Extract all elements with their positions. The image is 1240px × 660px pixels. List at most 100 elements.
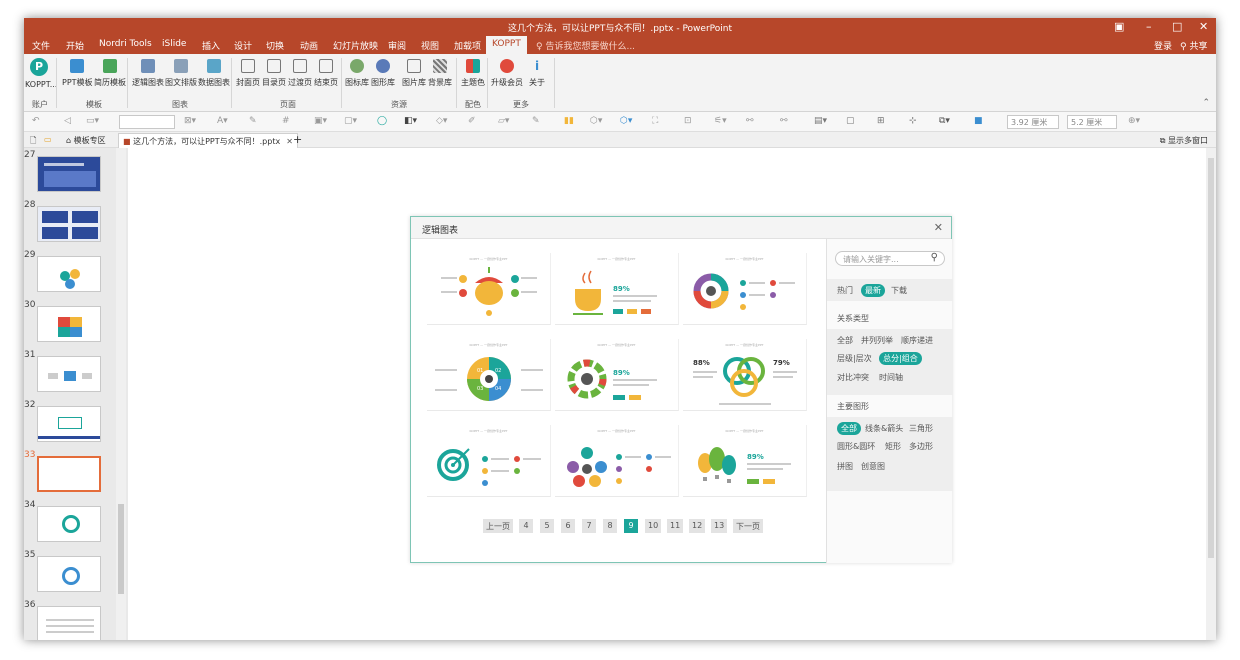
shape-creative[interactable]: 创意图 xyxy=(861,461,885,472)
line-tool-icon[interactable]: ▱▾ xyxy=(498,116,509,126)
menu-view[interactable]: 视图 xyxy=(421,39,439,52)
page-button[interactable]: 13 xyxy=(711,519,728,533)
cover-page-button[interactable]: 封面页 xyxy=(236,59,260,88)
page-button[interactable]: 4 xyxy=(519,519,533,533)
data-chart-button[interactable]: 数据图表 xyxy=(198,59,230,88)
template-card-star[interactable]: KOPPT — 一键创作专业PPT xyxy=(555,425,679,497)
relation-timeline[interactable]: 时间轴 xyxy=(879,372,903,383)
relation-hierarchy[interactable]: 层级|层次 xyxy=(837,353,872,364)
font-size-box[interactable] xyxy=(119,115,175,129)
menu-review[interactable]: 审阅 xyxy=(388,39,406,52)
sort-hot[interactable]: 热门 xyxy=(837,285,853,296)
background-library-button[interactable]: 背景库 xyxy=(428,59,452,88)
block-icon[interactable]: ■ xyxy=(974,116,983,126)
slide-thumbnail-35[interactable] xyxy=(37,556,101,592)
keyword-search-input[interactable]: 请输入关键字... ⚲ xyxy=(835,251,945,266)
group-tool-icon[interactable]: ⚟▾ xyxy=(714,116,727,126)
dialog-close-icon[interactable]: ✕ xyxy=(934,221,943,234)
bucket-icon[interactable]: ◇▾ xyxy=(436,116,447,126)
next-page-button[interactable]: 下一页 xyxy=(733,519,763,533)
slide-thumbnail-30[interactable] xyxy=(37,306,101,342)
undo-icon[interactable]: ↶ xyxy=(32,116,40,126)
slide-thumbnail-27[interactable] xyxy=(37,156,101,192)
minimize-button[interactable]: – xyxy=(1146,20,1152,33)
page-button[interactable]: 11 xyxy=(667,519,684,533)
scroll-thumb[interactable] xyxy=(118,504,124,594)
crop-icon[interactable]: ⛶ xyxy=(652,116,658,126)
template-card-target[interactable]: KOPPT — 一键创作专业PPT xyxy=(427,425,551,497)
slide-thumbnail-31[interactable] xyxy=(37,356,101,392)
about-button[interactable]: i 关于 xyxy=(529,59,545,88)
menu-transitions[interactable]: 切换 xyxy=(266,39,284,52)
current-page-button[interactable]: 9 xyxy=(624,519,638,533)
menu-slideshow[interactable]: 幻灯片放映 xyxy=(333,39,378,52)
menu-insert[interactable]: 插入 xyxy=(202,39,220,52)
slide-thumbnail-34[interactable] xyxy=(37,506,101,542)
page-button[interactable]: 6 xyxy=(561,519,575,533)
width-field[interactable]: 3.92 厘米 xyxy=(1007,115,1059,129)
relation-combination[interactable]: 总分|组合 xyxy=(879,352,922,365)
eyedropper-icon[interactable]: ✎ xyxy=(532,116,540,126)
shape-lines-arrows[interactable]: 线条&箭头 xyxy=(865,423,903,434)
format-icon[interactable]: ⊠▾ xyxy=(184,116,196,126)
union-icon[interactable]: ⚯ xyxy=(746,116,754,126)
page-button[interactable]: 5 xyxy=(540,519,554,533)
menu-file[interactable]: 文件 xyxy=(32,39,50,52)
add-tab-icon[interactable]: + xyxy=(289,131,306,146)
koppt-account-button[interactable]: KOPPT... xyxy=(25,80,57,89)
end-page-button[interactable]: 结束页 xyxy=(314,59,338,88)
logic-chart-button[interactable]: 逻辑图表 xyxy=(132,59,164,88)
resume-template-button[interactable]: 简历模板 xyxy=(94,59,126,88)
transition-page-button[interactable]: 过渡页 xyxy=(288,59,312,88)
shape-polygon[interactable]: 多边形 xyxy=(909,441,933,452)
rotate-icon[interactable]: ⊹ xyxy=(909,116,917,126)
show-multi-window-button[interactable]: ⧉ 显示多窗口 xyxy=(1160,135,1208,146)
fill-frame-icon[interactable]: ⊞ xyxy=(877,116,885,126)
relation-contrast[interactable]: 对比冲突 xyxy=(837,372,869,383)
slide-thumbnail-29[interactable] xyxy=(37,256,101,292)
template-card-wheel[interactable]: KOPPT — 一键创作专业PPT 01 02 03 04 xyxy=(427,339,551,411)
search-icon[interactable]: ⚲ xyxy=(931,252,938,263)
image-library-button[interactable]: 图片库 xyxy=(402,59,426,88)
slide-thumbnail-36[interactable] xyxy=(37,606,101,640)
shape-circle-ring[interactable]: 圆形&圆环 xyxy=(837,441,875,452)
close-button[interactable]: ✕ xyxy=(1199,20,1208,33)
template-card-balloon[interactable]: KOPPT — 一键创作专业PPT 89% xyxy=(683,425,807,497)
maximize-button[interactable]: □ xyxy=(1172,20,1182,33)
template-card-acorn[interactable]: KOPPT — 一键创作专业PPT xyxy=(427,253,551,325)
login-link[interactable]: 登录 xyxy=(1154,39,1172,52)
sort-download[interactable]: 下载 xyxy=(891,285,907,296)
menu-design[interactable]: 设计 xyxy=(234,39,252,52)
prev-page-button[interactable]: 上一页 xyxy=(483,519,513,533)
menu-addins[interactable]: 加载项 xyxy=(454,39,481,52)
slide-thumbnail-28[interactable] xyxy=(37,206,101,242)
more-tools-icon[interactable]: ⊕▾ xyxy=(1128,116,1140,126)
thumbnail-scrollbar[interactable] xyxy=(116,148,126,640)
pen-icon[interactable]: ✎ xyxy=(249,116,257,126)
koppt-logo-icon[interactable]: P xyxy=(30,58,48,76)
fill-color-icon[interactable]: ◧▾ xyxy=(404,116,417,126)
shape-tool-icon[interactable]: ▢▾ xyxy=(344,116,357,126)
ppt-template-button[interactable]: PPT模板 xyxy=(62,59,93,88)
template-card-coffee[interactable]: KOPPT — 一键创作专业PPT 89% xyxy=(555,253,679,325)
chart-tool-icon[interactable]: ▮▮ xyxy=(564,116,574,126)
sound-icon[interactable]: ◁ xyxy=(64,116,71,126)
menu-nordri-tools[interactable]: Nordri Tools xyxy=(99,39,152,49)
align-icon[interactable]: ⊡ xyxy=(684,116,692,126)
shape-library-button[interactable]: 图形库 xyxy=(371,59,395,88)
page-button[interactable]: 8 xyxy=(603,519,617,533)
collapse-ribbon-icon[interactable]: ⌃ xyxy=(1202,98,1210,108)
document-tab[interactable]: ■ 这几个方法，可以让PPT与众不同！.pptx ✕ xyxy=(118,133,298,148)
font-color-icon[interactable]: A▾ xyxy=(217,116,228,126)
relation-all[interactable]: 全部 xyxy=(837,335,853,346)
subtract-icon[interactable]: ⚯ xyxy=(780,116,788,126)
distribute-icon[interactable]: ▤▾ xyxy=(814,116,827,126)
shape-effect-icon[interactable]: ⬡▾ xyxy=(590,116,602,126)
menu-home[interactable]: 开始 xyxy=(66,39,84,52)
scroll-thumb[interactable] xyxy=(1208,158,1214,558)
arrange-icon[interactable]: ⧉▾ xyxy=(939,116,950,126)
upgrade-member-button[interactable]: 升级会员 xyxy=(491,59,523,88)
height-field[interactable]: 5.2 厘米 xyxy=(1067,115,1117,129)
share-button[interactable]: ⚲ 共享 xyxy=(1180,39,1207,52)
image-tool-icon[interactable]: ▣▾ xyxy=(314,116,327,126)
